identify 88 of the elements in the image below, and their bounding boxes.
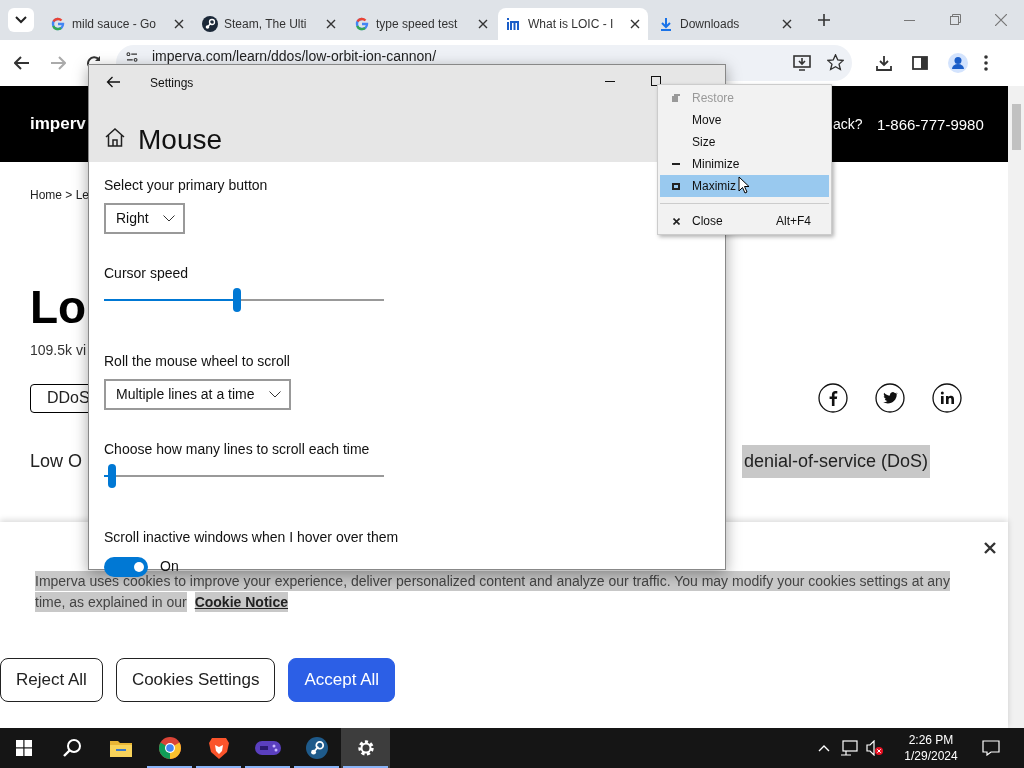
folder-icon bbox=[109, 739, 132, 757]
maximize-icon bbox=[672, 182, 680, 190]
back-arrow-icon[interactable] bbox=[14, 56, 30, 70]
browser-tab[interactable]: Downloads bbox=[650, 8, 800, 40]
page-heading: Mouse bbox=[138, 123, 223, 157]
slider[interactable] bbox=[104, 464, 384, 488]
restore-icon[interactable] bbox=[950, 14, 961, 25]
profile-avatar-icon[interactable] bbox=[948, 53, 968, 73]
cookie-button[interactable]: Accept All bbox=[288, 658, 396, 702]
settings-icon bbox=[355, 738, 376, 758]
view-count: 109.5k vi bbox=[30, 341, 87, 360]
chevron-down-icon bbox=[268, 391, 281, 398]
restore-icon bbox=[672, 94, 680, 102]
close-tab-icon[interactable] bbox=[782, 19, 792, 29]
setting-label: Choose how many lines to scroll each time bbox=[104, 440, 370, 458]
linkedin-icon[interactable] bbox=[932, 383, 962, 413]
menu-icon[interactable] bbox=[984, 55, 988, 71]
toggle-switch[interactable] bbox=[104, 556, 148, 577]
page-title: Lo bbox=[30, 282, 87, 332]
chevron-up-icon[interactable] bbox=[818, 744, 830, 752]
network-icon[interactable] bbox=[840, 740, 858, 756]
close-tab-icon[interactable] bbox=[326, 19, 336, 29]
chrome-icon bbox=[158, 737, 181, 759]
windows-start-icon[interactable] bbox=[16, 740, 32, 756]
close-tab-icon[interactable] bbox=[630, 19, 640, 29]
twitter-bird-icon[interactable] bbox=[875, 383, 905, 413]
menu-item[interactable]: Minimize bbox=[660, 153, 829, 175]
tab-search-button[interactable] bbox=[8, 8, 34, 32]
maximize-icon[interactable] bbox=[651, 76, 661, 86]
lion-icon bbox=[208, 737, 229, 759]
dropdown[interactable]: Right bbox=[104, 203, 185, 234]
browser-tab[interactable]: What is LOIC - I bbox=[498, 8, 648, 40]
setting-label: Roll the mouse wheel to scroll bbox=[104, 352, 290, 370]
new-tab-icon[interactable] bbox=[818, 14, 830, 26]
slider-thumb[interactable] bbox=[108, 464, 117, 488]
taskbar-app[interactable] bbox=[341, 728, 390, 768]
close-tab-icon[interactable] bbox=[478, 19, 488, 29]
clock-time[interactable]: 2:26 PM bbox=[908, 732, 954, 748]
dropdown[interactable]: Multiple lines at a time bbox=[104, 379, 291, 410]
steam-icon bbox=[202, 16, 218, 32]
slider[interactable] bbox=[104, 288, 384, 312]
menu-item[interactable]: Move bbox=[660, 109, 829, 131]
menu-item[interactable]: Size bbox=[660, 131, 829, 153]
highlighted-text: denial-of-service (DoS) bbox=[741, 445, 930, 478]
cookie-notice-link[interactable]: Cookie Notice bbox=[194, 592, 288, 612]
cookie-notice-text: Imperva uses cookies to improve your experience, deliver personalized content and analyze our traffic. You may modify your cookies settings at any time, as explained in our Cookie Notice bbox=[35, 571, 951, 613]
close-icon[interactable] bbox=[984, 542, 996, 554]
contact-question: ack? bbox=[833, 115, 863, 134]
scrollbar[interactable] bbox=[1008, 86, 1024, 728]
browser-tab[interactable]: type speed test bbox=[346, 8, 496, 40]
setting-label: Select your primary button bbox=[104, 176, 268, 194]
close-icon bbox=[672, 217, 680, 225]
site-info-icon[interactable] bbox=[124, 52, 140, 62]
cookie-button[interactable]: Reject All bbox=[0, 658, 103, 702]
install-app-icon[interactable] bbox=[793, 55, 811, 71]
chevron-down-icon bbox=[15, 16, 27, 24]
lead-text: Low O bbox=[30, 450, 83, 473]
search-icon[interactable] bbox=[62, 738, 82, 758]
muted-speaker-icon[interactable] bbox=[866, 740, 884, 756]
bookmark-star-icon[interactable] bbox=[827, 54, 844, 71]
close-tab-icon[interactable] bbox=[174, 19, 184, 29]
menu-item[interactable]: Close Alt+F4 bbox=[660, 210, 829, 232]
imperva-logo-icon bbox=[506, 16, 522, 32]
facebook-icon[interactable] bbox=[818, 383, 848, 413]
side-panel-icon[interactable] bbox=[912, 56, 928, 70]
notification-icon[interactable] bbox=[982, 740, 1000, 756]
phone-link[interactable]: 1-866-777-9980 bbox=[877, 114, 984, 137]
shortcut-text: Alt+F4 bbox=[776, 213, 811, 230]
site-logo[interactable]: imperv bbox=[30, 113, 86, 135]
home-icon[interactable] bbox=[105, 128, 125, 147]
back-arrow-icon[interactable] bbox=[106, 76, 120, 88]
steam-icon bbox=[305, 737, 328, 759]
setting-label: Scroll inactive windows when I hover over them bbox=[104, 528, 399, 546]
mouse-cursor-icon bbox=[738, 176, 750, 194]
clock-date[interactable]: 1/29/2024 bbox=[904, 748, 958, 764]
google-icon bbox=[354, 16, 370, 32]
breadcrumb: Home > Le bbox=[30, 187, 90, 204]
browser-tab[interactable]: mild sauce - Go bbox=[42, 8, 192, 40]
setting-label: Cursor speed bbox=[104, 264, 189, 282]
download-icon bbox=[658, 16, 674, 32]
menu-item[interactable]: Maximiz bbox=[660, 175, 829, 197]
gamepad-icon bbox=[254, 740, 281, 756]
google-icon bbox=[50, 16, 66, 32]
download-icon[interactable] bbox=[876, 55, 892, 71]
slider-thumb[interactable] bbox=[233, 288, 241, 312]
cookie-button[interactable]: Cookies Settings bbox=[115, 658, 276, 702]
browser-tab[interactable]: Steam, The Ulti bbox=[194, 8, 344, 40]
chevron-down-icon bbox=[162, 215, 175, 222]
